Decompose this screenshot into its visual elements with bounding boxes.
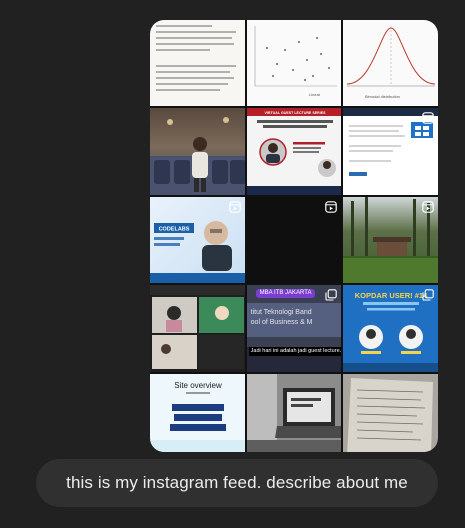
bell-curve-caption: Bimodal distribution — [365, 94, 400, 99]
feed-post-webinar-poster[interactable]: VIRTUAL GUEST LECTURE SERIES — [246, 108, 342, 195]
webinar-poster-image: VIRTUAL GUEST LECTURE SERIES — [246, 108, 342, 195]
sign-line-1: titut Teknologi Band — [250, 309, 312, 317]
user-message-text: this is my instagram feed. describe abou… — [66, 473, 408, 492]
feed-post-laptop-photo[interactable] — [246, 373, 342, 452]
speaker-poster-text: CODELABS — [159, 226, 190, 232]
feed-post-video-call[interactable] — [150, 285, 245, 372]
feed-post-outdoor-photo[interactable] — [343, 196, 438, 284]
video-call-image — [150, 285, 245, 370]
feed-post-screenshot[interactable] — [343, 108, 438, 195]
webinar-poster-title: VIRTUAL GUEST LECTURE SERIES — [264, 111, 326, 115]
feed-post-paper-photo[interactable] — [343, 373, 438, 452]
sign-tag: MBA ITB JAKARTA — [255, 289, 316, 299]
feed-post-scatter-plot[interactable]: Linear — [246, 20, 342, 107]
reel-icon — [325, 200, 338, 213]
feed-post-dark-video[interactable] — [246, 196, 342, 284]
paper-photo-image — [347, 377, 434, 452]
document-lines — [156, 25, 236, 91]
carousel-icon — [422, 289, 434, 301]
feed-post-document[interactable] — [150, 20, 245, 107]
feed-post-event-poster[interactable]: KOPDAR USER! #14 — [343, 285, 438, 372]
carousel-icon — [325, 289, 338, 301]
feed-post-bell-curve[interactable]: Bimodal distribution — [343, 20, 438, 107]
instagram-grid-screenshot: Linear Bimodal distribution VIRTUAL GUES… — [150, 20, 438, 452]
feed-post-event-photo[interactable] — [150, 108, 245, 195]
reel-icon — [422, 200, 434, 213]
feed-post-speaker-poster[interactable]: CODELABS — [150, 196, 245, 284]
reel-icon — [422, 112, 434, 125]
bell-curve-image: Bimodal distribution — [347, 26, 436, 99]
sign-line-2: ool of Business & M — [250, 319, 313, 327]
laptop-photo-image — [246, 373, 342, 452]
sign-caption: Jadi hari ini adalah jadi guest lecture.… — [248, 347, 342, 357]
scatter-plot-label: Linear — [309, 92, 321, 97]
reel-icon — [228, 200, 241, 213]
event-poster-title: KOPDAR USER! #14 — [355, 291, 428, 300]
scatter-plot-image: Linear — [254, 26, 337, 97]
slides-title: Site overview — [174, 381, 222, 390]
user-message-bubble: this is my instagram feed. describe abou… — [36, 459, 438, 507]
event-photo-image — [150, 117, 245, 195]
feed-post-slides[interactable]: Site overview — [150, 373, 245, 452]
slides-image: Site overview — [150, 381, 245, 452]
feed-post-sign-photo[interactable]: MBA ITB JAKARTA titut Teknologi Band ool… — [246, 285, 342, 372]
